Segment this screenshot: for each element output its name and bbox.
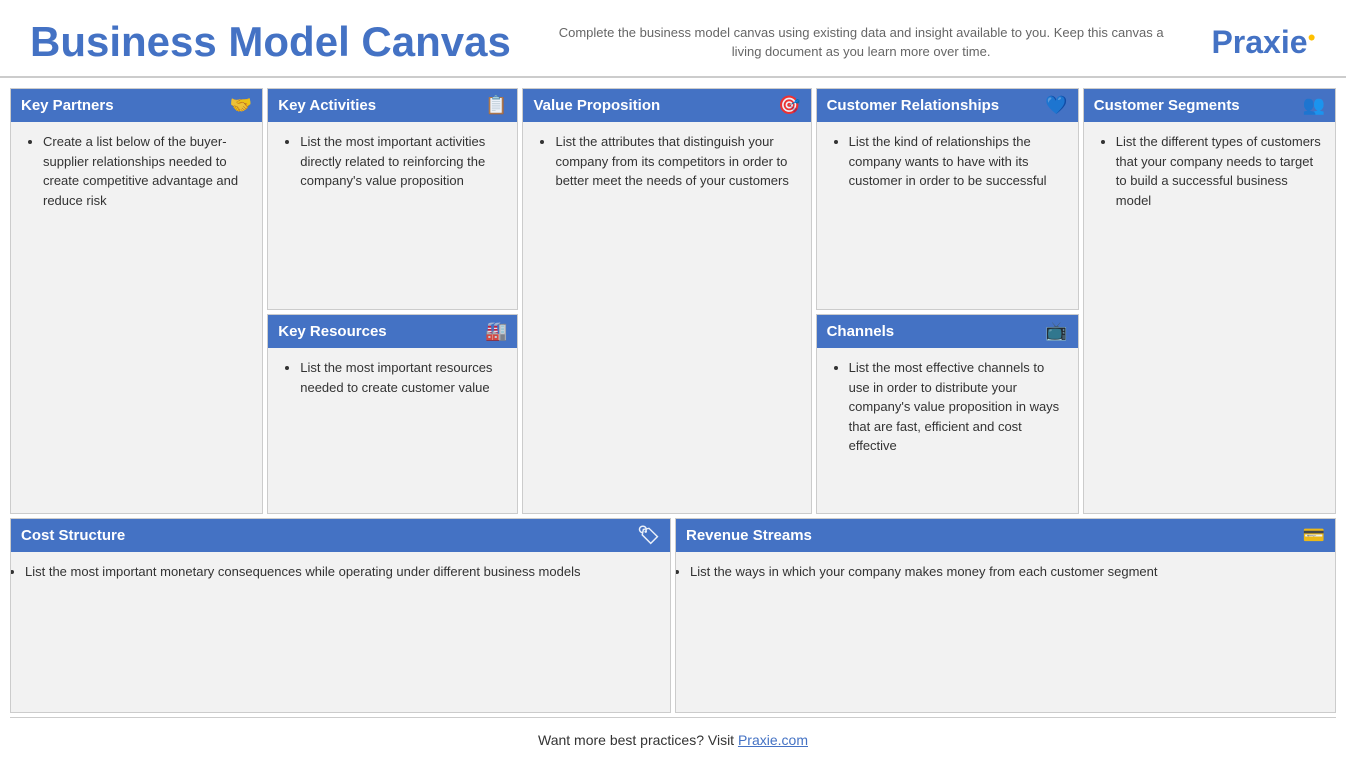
- footer-link[interactable]: Praxie.com: [738, 732, 808, 748]
- channels-item: List the most effective channels to use …: [849, 358, 1064, 456]
- channels-body: List the most effective channels to use …: [817, 348, 1078, 470]
- customer-segments-cell: Customer Segments 👥 List the different t…: [1083, 88, 1336, 514]
- cost-structure-body: List the most important monetary consequ…: [11, 552, 670, 712]
- footer: Want more best practices? Visit Praxie.c…: [10, 717, 1336, 762]
- channels-header: Channels 📺: [817, 315, 1078, 348]
- customer-relationships-item: List the kind of relationships the compa…: [849, 132, 1064, 191]
- customer-segments-body: List the different types of customers th…: [1084, 122, 1335, 224]
- revenue-streams-icon: 💳: [1303, 525, 1325, 546]
- key-partners-title: Key Partners: [21, 97, 114, 114]
- canvas-wrapper: Business Model Canvas Complete the busin…: [0, 0, 1346, 762]
- key-activities-col: Key Activities 📋 List the most important…: [267, 88, 518, 514]
- key-resources-cell: Key Resources 🏭 List the most important …: [267, 314, 518, 514]
- key-partners-cell: Key Partners 🤝 Create a list below of th…: [10, 88, 263, 514]
- key-resources-icon: 🏭: [485, 321, 507, 342]
- key-activities-icon: 📋: [485, 95, 507, 116]
- value-proposition-cell: Value Proposition 🎯 List the attributes …: [522, 88, 811, 514]
- header: Business Model Canvas Complete the busin…: [0, 0, 1346, 78]
- main-grid: Key Partners 🤝 Create a list below of th…: [0, 78, 1346, 762]
- value-proposition-item: List the attributes that distinguish you…: [555, 132, 796, 191]
- customer-segments-item: List the different types of customers th…: [1116, 132, 1321, 210]
- value-proposition-title: Value Proposition: [533, 97, 660, 114]
- logo-dot: ●: [1308, 28, 1316, 44]
- footer-text: Want more best practices? Visit: [538, 732, 738, 748]
- key-activities-item: List the most important activities direc…: [300, 132, 503, 191]
- cost-structure-icon: 🏷: [637, 525, 660, 546]
- customer-relationships-body: List the kind of relationships the compa…: [817, 122, 1078, 205]
- channels-cell: Channels 📺 List the most effective chann…: [816, 314, 1079, 514]
- header-subtitle: Complete the business model canvas using…: [511, 23, 1212, 62]
- key-activities-title: Key Activities: [278, 97, 376, 114]
- revenue-streams-cell: Revenue Streams 💳 List the ways in which…: [675, 518, 1336, 713]
- key-resources-header: Key Resources 🏭: [268, 315, 517, 348]
- key-activities-body: List the most important activities direc…: [268, 122, 517, 205]
- key-partners-item: Create a list below of the buyer-supplie…: [43, 132, 248, 210]
- cost-structure-title: Cost Structure: [21, 527, 125, 544]
- logo: Praxie●: [1211, 24, 1316, 61]
- cost-structure-header: Cost Structure 🏷: [11, 519, 670, 552]
- value-proposition-icon: 🎯: [778, 95, 800, 116]
- channels-title: Channels: [827, 323, 895, 340]
- cost-structure-item: List the most important monetary consequ…: [25, 562, 656, 582]
- revenue-streams-body: List the ways in which your company make…: [676, 552, 1335, 712]
- customer-relationships-title: Customer Relationships: [827, 97, 1000, 114]
- logo-text: Praxie: [1211, 24, 1307, 60]
- customer-relationships-icon: 💙: [1045, 95, 1067, 116]
- customer-segments-icon: 👥: [1303, 95, 1325, 116]
- page-title: Business Model Canvas: [30, 18, 511, 66]
- bottom-section: Cost Structure 🏷 List the most important…: [10, 518, 1336, 713]
- key-resources-item: List the most important resources needed…: [300, 358, 503, 397]
- key-activities-header: Key Activities 📋: [268, 89, 517, 122]
- key-partners-body: Create a list below of the buyer-supplie…: [11, 122, 262, 224]
- value-proposition-body: List the attributes that distinguish you…: [523, 122, 810, 205]
- customer-segments-header: Customer Segments 👥: [1084, 89, 1335, 122]
- key-activities-cell: Key Activities 📋 List the most important…: [267, 88, 518, 310]
- key-partners-icon: 🤝: [230, 95, 252, 116]
- cost-structure-cell: Cost Structure 🏷 List the most important…: [10, 518, 671, 713]
- customer-relationships-cell: Customer Relationships 💙 List the kind o…: [816, 88, 1079, 310]
- value-proposition-header: Value Proposition 🎯: [523, 89, 810, 122]
- key-resources-body: List the most important resources needed…: [268, 348, 517, 411]
- key-partners-header: Key Partners 🤝: [11, 89, 262, 122]
- customer-segments-title: Customer Segments: [1094, 97, 1240, 114]
- customer-rel-col: Customer Relationships 💙 List the kind o…: [816, 88, 1079, 514]
- revenue-streams-item: List the ways in which your company make…: [690, 562, 1321, 582]
- customer-relationships-header: Customer Relationships 💙: [817, 89, 1078, 122]
- revenue-streams-title: Revenue Streams: [686, 527, 812, 544]
- revenue-streams-header: Revenue Streams 💳: [676, 519, 1335, 552]
- channels-icon: 📺: [1045, 321, 1067, 342]
- key-resources-title: Key Resources: [278, 323, 386, 340]
- top-section: Key Partners 🤝 Create a list below of th…: [10, 88, 1336, 514]
